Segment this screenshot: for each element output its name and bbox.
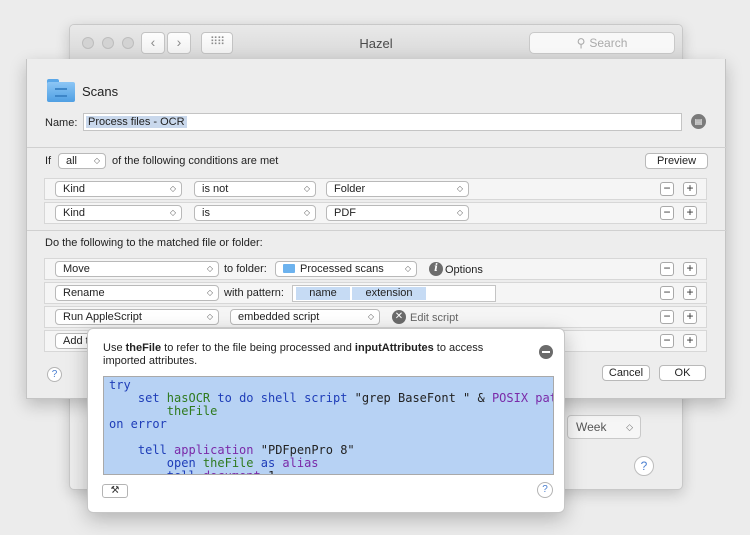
titlebar: ‹ › ⠿⠿ Hazel ⚲ Search	[70, 25, 682, 63]
divider	[27, 147, 727, 148]
zoom-window-button[interactable]	[122, 37, 134, 49]
chevron-updown-icon: ◇	[303, 208, 310, 217]
add-action-button[interactable]: +	[683, 262, 697, 276]
options-link[interactable]: Options	[445, 264, 483, 276]
remove-action-button[interactable]: −	[660, 262, 674, 276]
chevron-updown-icon: ◇	[626, 422, 633, 432]
forward-button[interactable]: ›	[167, 32, 191, 54]
condition-value-popup[interactable]: PDF ◇	[326, 205, 469, 221]
add-action-button[interactable]: +	[683, 310, 697, 324]
to-folder-label: to folder:	[224, 263, 267, 275]
popover-description: Use theFile to refer to the file being p…	[103, 342, 484, 367]
remove-condition-button[interactable]: −	[660, 206, 674, 220]
help-button[interactable]: ?	[47, 367, 62, 382]
action-popup[interactable]: Move ◇	[55, 261, 219, 277]
condition-attribute-popup[interactable]: Kind ◇	[55, 205, 182, 221]
target-folder-popup[interactable]: Processed scans ◇	[275, 261, 417, 277]
add-action-button[interactable]: +	[683, 334, 697, 348]
condition-operator-value: is not	[202, 183, 229, 195]
remove-condition-button[interactable]: −	[660, 182, 674, 196]
name-field[interactable]: Process files - OCR	[83, 113, 682, 131]
action-value: Move	[63, 263, 90, 275]
condition-attribute-value: Kind	[63, 183, 86, 195]
pattern-token[interactable]: name	[296, 287, 350, 300]
condition-value: Folder	[334, 183, 366, 195]
script-editor-popover: Use theFile to refer to the file being p…	[87, 328, 565, 513]
main-help-button[interactable]: ?	[634, 456, 654, 476]
action-popup[interactable]: Run AppleScript ◇	[55, 309, 219, 325]
search-icon: ⚲	[576, 36, 586, 50]
condition-operator-value: is	[202, 207, 210, 219]
condition-value-popup[interactable]: Folder ◇	[326, 181, 469, 197]
chevron-updown-icon: ◇	[456, 184, 463, 193]
name-value: Process files - OCR	[86, 116, 187, 128]
chevron-updown-icon: ◇	[206, 288, 213, 297]
folder-title: Scans	[82, 84, 119, 99]
action-value: Add t	[63, 335, 89, 347]
chevron-updown-icon: ◇	[169, 208, 176, 217]
week-select[interactable]: Week ◇	[567, 415, 641, 439]
folder-icon	[47, 79, 75, 102]
name-label: Name:	[45, 117, 78, 129]
script-source-value: embedded script	[238, 311, 320, 323]
chevron-updown-icon: ◇	[456, 208, 463, 217]
if-label: If	[45, 155, 52, 167]
pattern-token[interactable]: extension	[352, 287, 426, 300]
action-value: Run AppleScript	[63, 311, 142, 323]
collapse-icon[interactable]	[539, 345, 553, 359]
condition-value: PDF	[334, 207, 356, 219]
script-source-popup[interactable]: embedded script ◇	[230, 309, 380, 325]
close-window-button[interactable]	[82, 37, 94, 49]
chevron-updown-icon: ◇	[367, 312, 374, 321]
condition-attribute-popup[interactable]: Kind ◇	[55, 181, 182, 197]
chevron-updown-icon: ◇	[404, 264, 411, 273]
match-mode-value: all	[66, 155, 78, 167]
actions-header: Do the following to the matched file or …	[45, 237, 263, 249]
condition-operator-popup[interactable]: is ◇	[194, 205, 316, 221]
conditions-suffix: of the following conditions are met	[112, 155, 279, 167]
remove-action-button[interactable]: −	[660, 310, 674, 324]
divider	[27, 230, 727, 231]
action-value: Rename	[63, 287, 105, 299]
chevron-updown-icon: ◇	[206, 312, 213, 321]
remove-action-button[interactable]: −	[660, 334, 674, 348]
add-action-button[interactable]: +	[683, 286, 697, 300]
compile-button[interactable]: ⚒	[102, 484, 128, 498]
add-condition-button[interactable]: +	[683, 182, 697, 196]
match-mode-popup[interactable]: all ◇	[58, 153, 106, 169]
with-pattern-label: with pattern:	[224, 287, 284, 299]
ok-button[interactable]: OK	[659, 365, 706, 381]
script-editor[interactable]: try set hasOCR to do shell script "grep …	[103, 376, 554, 475]
chevron-updown-icon: ◇	[93, 156, 100, 165]
edit-script-link[interactable]: Edit script	[410, 312, 458, 324]
close-editor-icon[interactable]: ✕	[392, 310, 406, 324]
action-popup[interactable]: Rename ◇	[55, 285, 219, 301]
cancel-button[interactable]: Cancel	[602, 365, 650, 381]
preview-button[interactable]: Preview	[645, 153, 708, 169]
popover-help-button[interactable]: ?	[537, 482, 553, 498]
add-condition-button[interactable]: +	[683, 206, 697, 220]
target-folder-value: Processed scans	[300, 263, 384, 275]
info-icon[interactable]: i	[429, 262, 443, 276]
remove-action-button[interactable]: −	[660, 286, 674, 300]
back-button[interactable]: ‹	[141, 32, 165, 54]
condition-operator-popup[interactable]: is not ◇	[194, 181, 316, 197]
folder-icon	[283, 264, 295, 273]
chevron-updown-icon: ◇	[303, 184, 310, 193]
condition-attribute-value: Kind	[63, 207, 86, 219]
chevron-updown-icon: ◇	[206, 264, 213, 273]
grid-view-button[interactable]: ⠿⠿	[201, 32, 233, 54]
week-select-value: Week	[576, 420, 607, 434]
search-placeholder: Search	[589, 36, 628, 50]
notes-icon[interactable]: ▤	[691, 114, 706, 129]
minimize-window-button[interactable]	[102, 37, 114, 49]
chevron-updown-icon: ◇	[169, 184, 176, 193]
search-field[interactable]: ⚲ Search	[529, 32, 675, 54]
